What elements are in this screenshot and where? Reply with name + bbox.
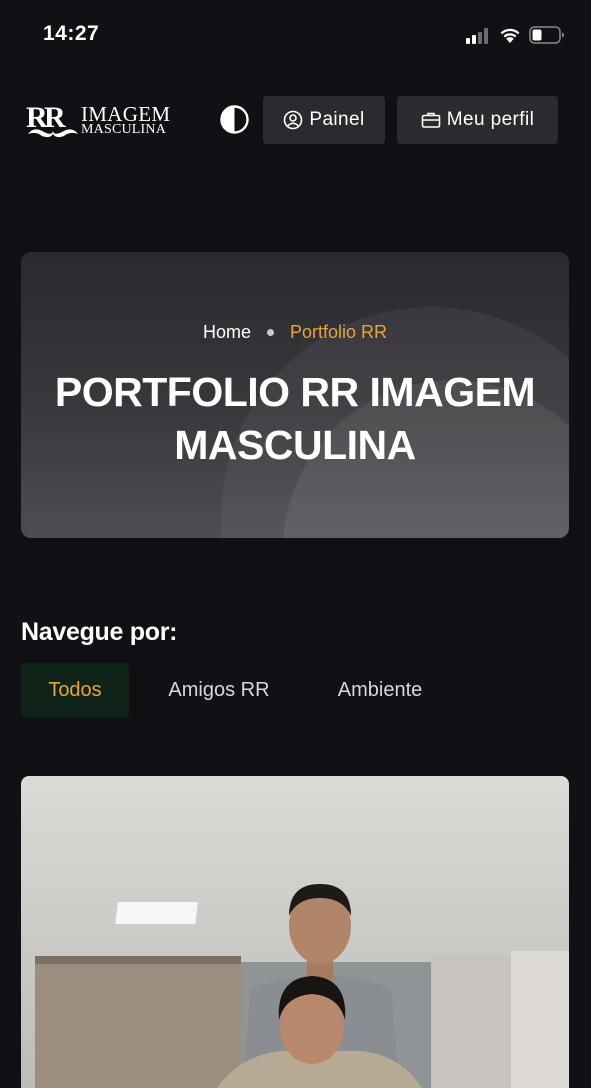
filter-ambiente[interactable]: Ambiente	[315, 663, 445, 717]
briefcase-icon	[421, 112, 441, 128]
breadcrumb-separator	[266, 329, 274, 336]
page-title: PORTFOLIO RR IMAGEM MASCULINA	[54, 369, 536, 468]
portfolio-photo[interactable]	[21, 776, 569, 1088]
hero-banner: Home Portfolio RR PORTFOLIO RR IMAGEM MA…	[21, 252, 569, 538]
navigation-heading: Navegue por:	[21, 618, 178, 646]
meu-perfil-button[interactable]: Meu perfil	[397, 96, 558, 144]
page: 14:27 R R IMAGEM MASCULINA Painel Meu pe…	[0, 0, 591, 1088]
painel-button[interactable]: Painel	[263, 96, 385, 144]
portfolio-photo-image	[35, 884, 569, 1088]
logo-mark-icon: R R	[26, 101, 78, 138]
breadcrumb-home-link[interactable]: Home	[203, 322, 251, 343]
status-time: 14:27	[43, 22, 100, 45]
svg-text:R: R	[44, 101, 66, 134]
logo-text-line2: MASCULINA	[81, 122, 167, 137]
wifi-icon	[500, 28, 520, 43]
breadcrumb-current: Portfolio RR	[289, 322, 388, 342]
status-bar: 14:27	[0, 0, 591, 70]
logo[interactable]: R R IMAGEM MASCULINA	[24, 101, 174, 141]
filter-todos[interactable]: Todos	[21, 663, 129, 717]
filter-amigos-rr[interactable]: Amigos RR	[150, 663, 288, 717]
user-circle-icon	[284, 110, 303, 130]
signal-icon	[466, 28, 492, 44]
breadcrumb: Home Portfolio RR	[21, 322, 569, 343]
contrast-icon[interactable]	[220, 105, 249, 134]
meu-perfil-label: Meu perfil	[446, 109, 535, 130]
painel-label: Painel	[309, 109, 365, 130]
battery-icon	[529, 26, 564, 44]
